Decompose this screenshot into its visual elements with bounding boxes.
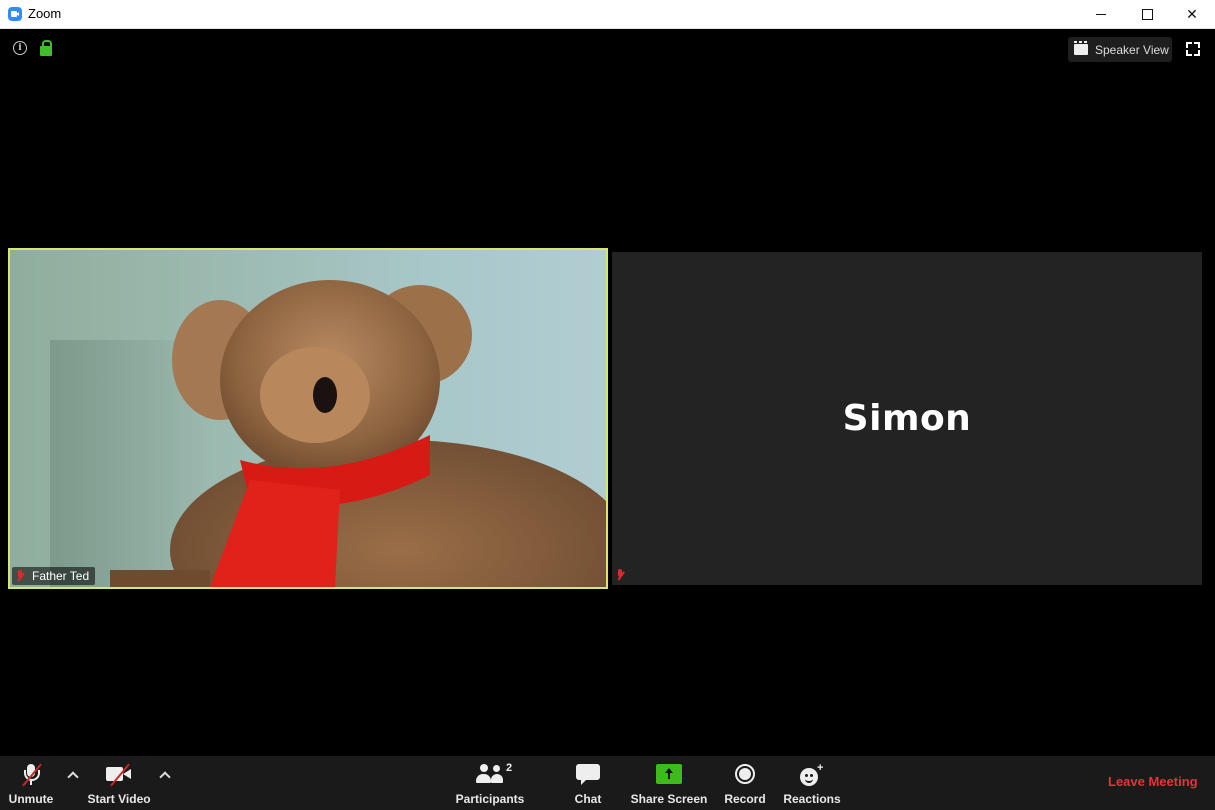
zoom-app-icon <box>8 7 22 21</box>
audio-options-caret-icon[interactable] <box>66 768 80 782</box>
close-button[interactable]: ✕ <box>1169 0 1215 28</box>
participant-name-label: Father Ted <box>12 567 96 585</box>
speaker-view-label: Speaker View <box>1095 42 1169 57</box>
lock-icon[interactable] <box>40 40 52 56</box>
fs-corner <box>1186 42 1192 48</box>
fullscreen-icon[interactable] <box>1186 42 1200 56</box>
fs-corner <box>1194 50 1200 56</box>
participant-count-badge: 2 <box>506 762 513 774</box>
start-video-label: Start Video <box>87 792 151 806</box>
video-off-icon <box>106 763 132 787</box>
reactions-button[interactable]: + Reactions <box>783 756 841 810</box>
chat-button[interactable]: Chat <box>572 756 604 810</box>
close-icon: ✕ <box>1186 5 1198 22</box>
meeting-toolbar: Unmute Start Video Participants 2 Chat S… <box>0 756 1215 810</box>
participants-icon <box>476 764 504 784</box>
maximize-icon <box>1141 8 1153 20</box>
reactions-icon: + <box>800 762 824 786</box>
start-video-button[interactable]: Start Video <box>87 756 151 810</box>
lock-body <box>40 46 52 56</box>
window-title: Zoom <box>28 6 62 21</box>
reactions-label: Reactions <box>783 792 841 806</box>
share-screen-button[interactable]: Share Screen <box>631 756 707 810</box>
participants-label: Participants <box>455 792 525 806</box>
record-label: Record <box>724 792 766 806</box>
unmute-label: Unmute <box>8 792 54 806</box>
bear-nose <box>313 377 337 413</box>
maximize-button[interactable] <box>1124 0 1170 28</box>
unmute-button[interactable]: Unmute <box>8 756 54 810</box>
minimize-button[interactable] <box>1078 0 1124 28</box>
muted-mic-icon <box>16 570 24 582</box>
participant-name: Father Ted <box>32 569 90 583</box>
video-tile-simon[interactable]: Simon <box>612 252 1202 585</box>
speaker-view-button[interactable]: Speaker View <box>1068 37 1172 62</box>
participant-name-display: Simon <box>842 398 972 439</box>
share-screen-label: Share Screen <box>630 792 708 806</box>
microphone-muted-icon <box>20 763 42 787</box>
title-bar: Zoom ✕ <box>0 0 1215 29</box>
fs-corner <box>1194 42 1200 48</box>
video-tile-father-ted[interactable]: Father Ted <box>8 248 608 589</box>
record-icon <box>735 764 755 784</box>
info-icon[interactable]: i <box>13 41 27 55</box>
participants-button[interactable]: Participants <box>455 756 525 810</box>
fs-corner <box>1186 50 1192 56</box>
muted-mic-icon <box>616 569 626 581</box>
chat-label: Chat <box>574 792 602 806</box>
video-feed-teddy-bear <box>50 280 606 587</box>
speaker-view-icon <box>1074 41 1088 55</box>
record-button[interactable]: Record <box>724 756 766 810</box>
share-screen-icon <box>656 764 682 784</box>
leave-meeting-button[interactable]: Leave Meeting <box>1108 774 1198 789</box>
chat-icon <box>576 764 600 786</box>
minimize-icon <box>1096 13 1106 15</box>
video-options-caret-icon[interactable] <box>158 768 172 782</box>
